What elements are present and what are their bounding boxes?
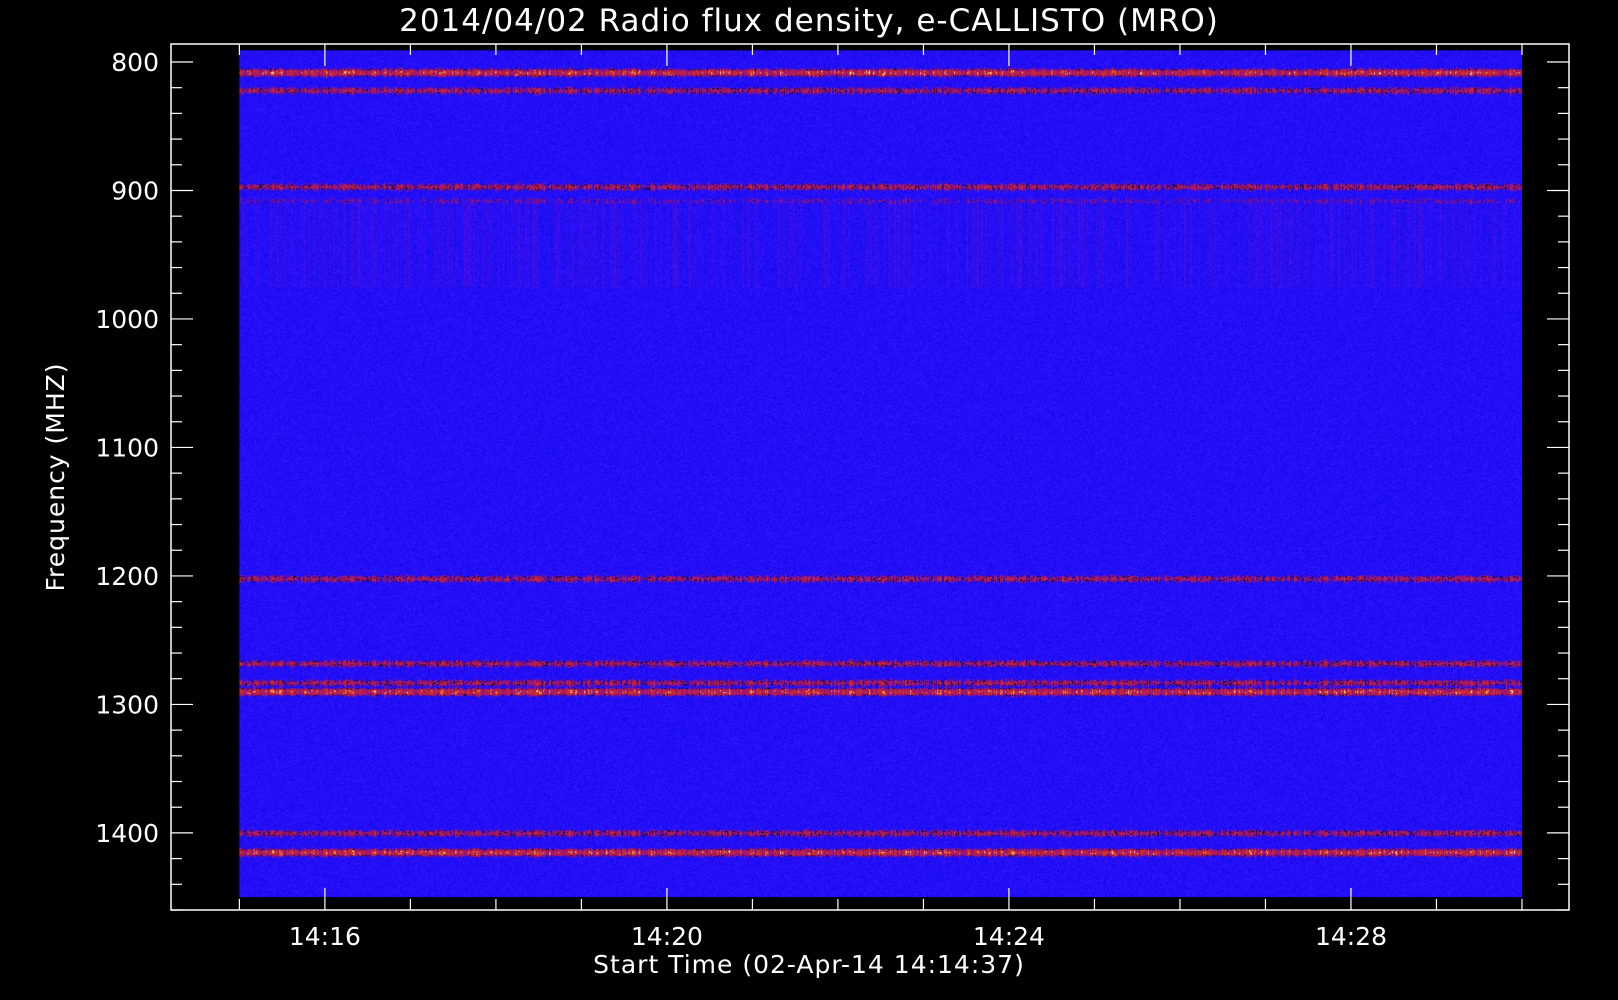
x-tick-label: 14:16 bbox=[289, 922, 361, 951]
x-tick-label: 14:24 bbox=[973, 922, 1045, 951]
y-tick-label: 1300 bbox=[95, 690, 159, 719]
y-axis-label: Frequency (MHZ) bbox=[41, 362, 70, 591]
spectrogram-heatmap bbox=[239, 50, 1522, 898]
y-tick-label: 1000 bbox=[95, 305, 159, 334]
y-tick-label: 1200 bbox=[95, 562, 159, 591]
y-tick-label: 1100 bbox=[95, 433, 159, 462]
y-tick-label: 1400 bbox=[95, 819, 159, 848]
x-tick-label: 14:20 bbox=[631, 922, 703, 951]
x-axis-label: Start Time (02-Apr-14 14:14:37) bbox=[593, 950, 1025, 979]
x-tick-label: 14:28 bbox=[1315, 922, 1387, 951]
chart-title: 2014/04/02 Radio flux density, e-CALLIST… bbox=[399, 3, 1219, 39]
y-tick-label: 900 bbox=[111, 176, 159, 205]
y-tick-label: 800 bbox=[111, 48, 159, 77]
spectrogram-chart: 2014/04/02 Radio flux density, e-CALLIST… bbox=[0, 0, 1618, 1000]
